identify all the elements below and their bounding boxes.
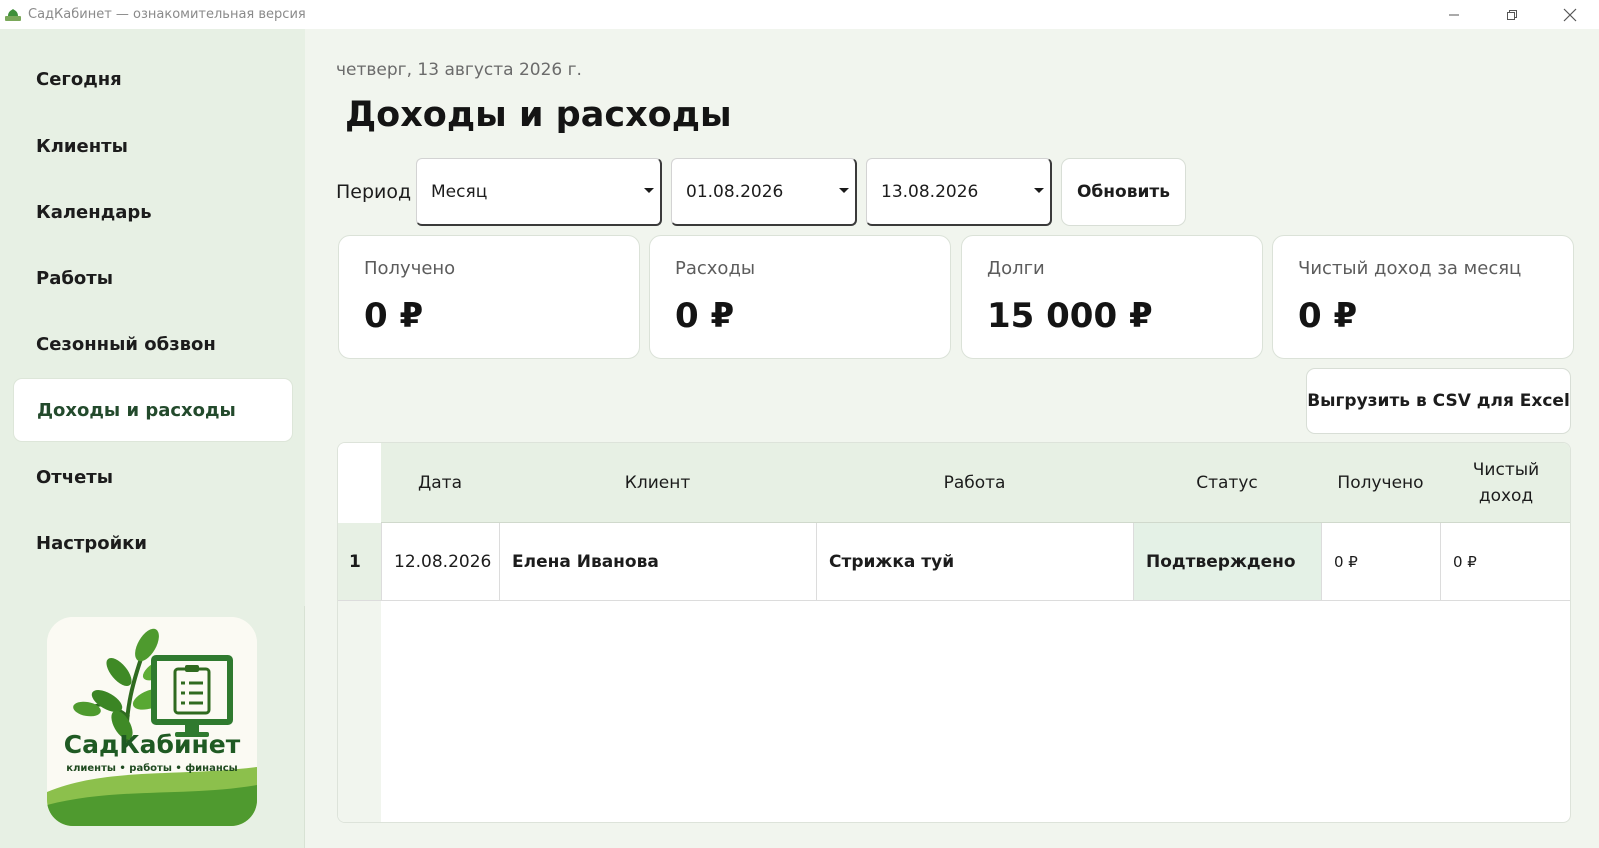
cell-work[interactable]: Стрижка туй [816, 523, 1133, 600]
row-number: 1 [338, 523, 381, 600]
refresh-button[interactable]: Обновить [1061, 158, 1186, 226]
card-expenses: Расходы 0 ₽ [649, 235, 951, 359]
close-button[interactable] [1541, 0, 1599, 29]
logo-illustration [47, 617, 257, 826]
sidebar-item-calendar[interactable]: Календарь [13, 180, 293, 244]
logo-tagline: клиенты • работы • финансы [66, 763, 238, 774]
column-header-status[interactable]: Статус [1133, 443, 1321, 523]
cell-received[interactable]: 0 ₽ [1321, 523, 1440, 600]
app-logo: СадКабинет клиенты • работы • финансы [47, 617, 257, 826]
card-value: 15 000 ₽ [987, 296, 1153, 336]
current-date: четверг, 13 августа 2026 г. [336, 60, 582, 80]
period-select[interactable]: Месяц [416, 158, 662, 226]
date-from-value: 01.08.2026 [686, 181, 784, 202]
app-leaf-icon [5, 8, 21, 21]
sidebar-item-income-expenses[interactable]: Доходы и расходы [13, 378, 293, 442]
column-header-date[interactable]: Дата [381, 443, 499, 523]
card-label: Расходы [675, 258, 756, 279]
column-header-client[interactable]: Клиент [499, 443, 816, 523]
table-row[interactable]: 1 12.08.2026 Елена Иванова Стрижка туй П… [338, 523, 1570, 601]
cell-date[interactable]: 12.08.2026 [381, 523, 499, 600]
sidebar-divider [304, 606, 305, 848]
column-header-net-income[interactable]: Чистый доход [1440, 443, 1570, 523]
period-label: Период [336, 181, 412, 203]
close-icon [1563, 8, 1577, 21]
page-title: Доходы и расходы [345, 95, 732, 135]
transactions-table: Дата Клиент Работа Статус Получено Чисты… [337, 442, 1571, 823]
restore-icon [1507, 9, 1517, 20]
cell-net-income[interactable]: 0 ₽ [1440, 523, 1570, 600]
card-debts: Долги 15 000 ₽ [961, 235, 1263, 359]
column-header-received[interactable]: Получено [1321, 443, 1440, 523]
chevron-down-icon [644, 188, 654, 193]
column-header-work[interactable]: Работа [816, 443, 1133, 523]
sidebar-item-today[interactable]: Сегодня [13, 47, 293, 111]
sidebar-item-works[interactable]: Работы [13, 246, 293, 310]
cell-client[interactable]: Елена Иванова [499, 523, 816, 600]
card-value: 0 ₽ [364, 296, 424, 336]
logo-name: СадКабинет [63, 730, 241, 759]
card-label: Чистый доход за месяц [1298, 258, 1522, 279]
chevron-down-icon [1034, 188, 1044, 193]
cell-status[interactable]: Подтверждено [1133, 523, 1321, 600]
card-value: 0 ₽ [1298, 296, 1358, 336]
export-csv-button[interactable]: Выгрузить в CSV для Excel [1306, 368, 1571, 434]
table-corner [338, 443, 381, 523]
sidebar-item-reports[interactable]: Отчеты [13, 445, 293, 509]
table-header: Дата Клиент Работа Статус Получено Чисты… [381, 443, 1570, 523]
chevron-down-icon [839, 188, 849, 193]
window-title: СадКабинет — ознакомительная версия [28, 7, 306, 22]
restore-button[interactable] [1483, 0, 1541, 29]
window-controls [1425, 0, 1599, 29]
card-label: Получено [364, 258, 456, 279]
date-from-select[interactable]: 01.08.2026 [671, 158, 857, 226]
title-bar: СадКабинет — ознакомительная версия [0, 0, 1599, 29]
card-label: Долги [987, 258, 1045, 279]
minimize-icon [1449, 14, 1459, 15]
date-to-select[interactable]: 13.08.2026 [866, 158, 1052, 226]
date-to-value: 13.08.2026 [881, 181, 979, 202]
sidebar-item-seasonal-calls[interactable]: Сезонный обзвон [13, 312, 293, 376]
sidebar-item-settings[interactable]: Настройки [13, 511, 293, 575]
period-select-value: Месяц [431, 181, 488, 202]
card-net-income: Чистый доход за месяц 0 ₽ [1272, 235, 1574, 359]
minimize-button[interactable] [1425, 0, 1483, 29]
card-value: 0 ₽ [675, 296, 735, 336]
sidebar-item-clients[interactable]: Клиенты [13, 114, 293, 178]
card-received: Получено 0 ₽ [338, 235, 640, 359]
